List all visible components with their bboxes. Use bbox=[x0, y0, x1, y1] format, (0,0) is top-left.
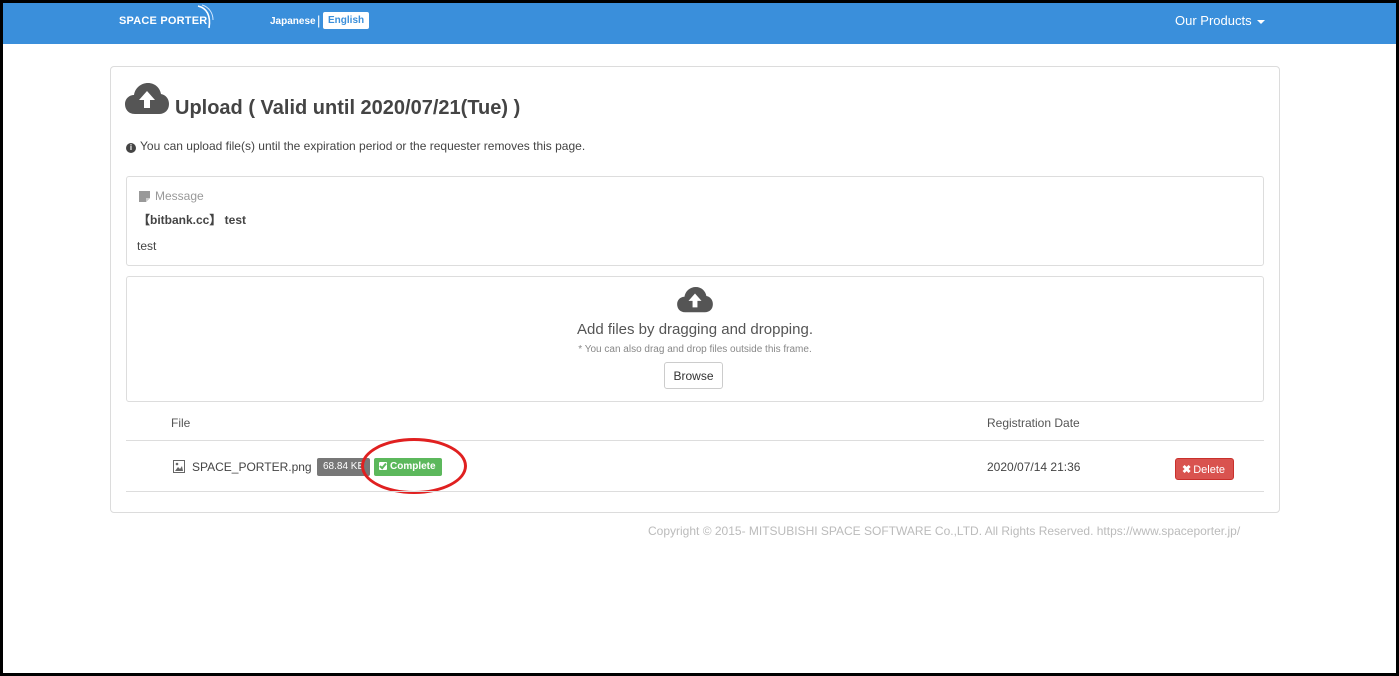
our-products-dropdown[interactable]: Our Products bbox=[1175, 13, 1265, 28]
lang-separator: | bbox=[317, 13, 321, 28]
delete-button[interactable]: ✖ Delete bbox=[1175, 458, 1235, 480]
table-header-divider bbox=[126, 440, 1264, 441]
upload-panel: Upload ( Valid until 2020/07/21(Tue) ) i… bbox=[110, 66, 1280, 513]
message-body: test bbox=[137, 239, 157, 253]
lang-japanese-link[interactable]: Japanese bbox=[270, 16, 316, 27]
column-header-file: File bbox=[171, 416, 191, 430]
image-file-icon bbox=[173, 460, 185, 473]
message-subject: 【bitbank.cc】 test bbox=[138, 213, 247, 227]
drop-zone-text: Add files by dragging and dropping. bbox=[576, 321, 813, 338]
cloud-upload-icon bbox=[677, 287, 713, 313]
info-text: i You can upload file(s) until the expira… bbox=[126, 139, 585, 153]
footer-copyright: Copyright © 2015- MITSUBISHI SPACE SOFTW… bbox=[648, 524, 1241, 538]
message-box: Message 【bitbank.cc】 test test bbox=[126, 176, 1264, 266]
table-row-divider bbox=[126, 491, 1264, 492]
info-message: You can upload file(s) until the expirat… bbox=[140, 139, 586, 153]
cloud-upload-icon bbox=[125, 83, 169, 114]
page-title: Upload ( Valid until 2020/07/21(Tue) ) bbox=[175, 97, 521, 119]
registration-date: 2020/07/14 21:36 bbox=[987, 460, 1081, 474]
file-name: SPACE_PORTER.png bbox=[192, 460, 312, 474]
our-products-label: Our Products bbox=[1175, 13, 1252, 28]
message-label: Message bbox=[155, 189, 204, 203]
column-header-registration-date: Registration Date bbox=[987, 416, 1080, 430]
delete-label: Delete bbox=[1193, 463, 1226, 476]
browser-viewport: SPACE PORTER Japanese | English Our Prod… bbox=[3, 3, 1396, 673]
highlight-annotation-circle bbox=[361, 438, 467, 494]
sticky-note-icon bbox=[139, 191, 150, 202]
lang-english-button[interactable]: English bbox=[323, 12, 370, 29]
close-icon: ✖ bbox=[1182, 463, 1192, 476]
logo-swoosh-icon bbox=[197, 4, 214, 29]
navbar: SPACE PORTER Japanese | English Our Prod… bbox=[3, 3, 1396, 44]
browse-button[interactable]: Browse bbox=[664, 362, 723, 389]
drop-zone-subtext: * You can also drag and drop files outsi… bbox=[578, 344, 812, 355]
drop-zone[interactable]: Add files by dragging and dropping. * Yo… bbox=[126, 276, 1264, 402]
info-icon: i bbox=[126, 143, 136, 153]
caret-down-icon bbox=[1256, 19, 1265, 24]
